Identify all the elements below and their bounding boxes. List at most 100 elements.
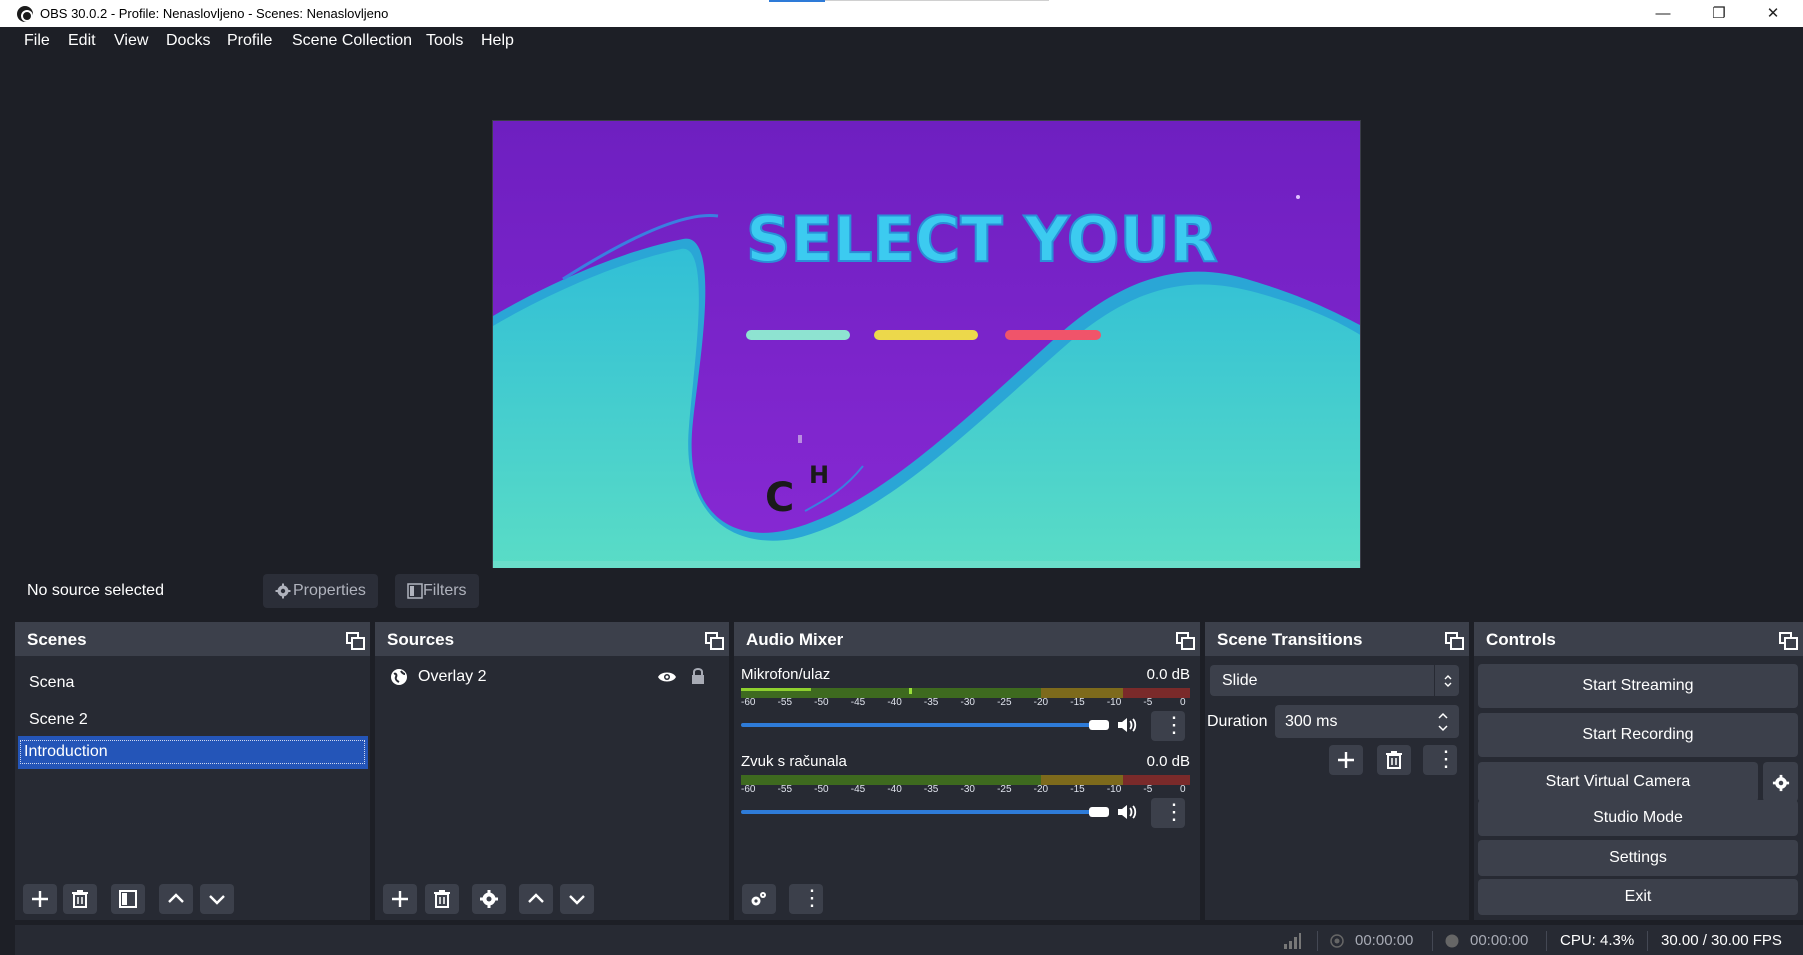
- minimize-icon[interactable]: —: [1636, 0, 1690, 27]
- scene-item-label: Scena: [29, 674, 75, 691]
- restore-icon[interactable]: ❐: [1692, 0, 1746, 27]
- meter-tick-label: -25: [997, 784, 1012, 795]
- add-source-button[interactable]: [383, 884, 417, 914]
- undock-icon[interactable]: [1779, 632, 1798, 650]
- move-source-up-button[interactable]: [519, 884, 553, 914]
- meter-tick-label: -50: [814, 784, 829, 795]
- stream-time: 00:00:00: [1355, 932, 1414, 949]
- undock-icon[interactable]: [705, 632, 724, 650]
- start-recording-button[interactable]: Start Recording: [1478, 713, 1798, 757]
- add-scene-button[interactable]: [23, 884, 57, 914]
- move-scene-down-button[interactable]: [200, 884, 234, 914]
- start-virtual-camera-button[interactable]: Start Virtual Camera: [1478, 762, 1758, 802]
- close-icon[interactable]: ✕: [1746, 0, 1800, 27]
- undock-icon[interactable]: [1176, 632, 1195, 650]
- controls-title: Controls: [1486, 630, 1556, 649]
- gears-icon: [751, 892, 766, 906]
- channel-menu-button[interactable]: [1151, 711, 1185, 741]
- meter-tick-label: 0: [1180, 784, 1186, 795]
- sources-title: Sources: [387, 630, 455, 649]
- scene-item-label: Introduction: [24, 743, 108, 760]
- menu-profile[interactable]: Profile: [227, 32, 272, 50]
- updown-icon: [1444, 675, 1452, 687]
- trash-icon: [434, 890, 450, 908]
- controls-header: Controls: [1474, 622, 1803, 656]
- volume-slider-handle[interactable]: [1089, 720, 1109, 730]
- speaker-icon[interactable]: [1117, 716, 1137, 734]
- title-bar-divider: [825, 0, 1049, 1]
- speaker-icon[interactable]: [1117, 803, 1137, 821]
- remove-source-button[interactable]: [425, 884, 459, 914]
- spin-arrows-icon[interactable]: [1437, 710, 1449, 734]
- volume-slider-handle[interactable]: [1089, 807, 1109, 817]
- meter-tick-label: -60: [741, 784, 756, 795]
- gear-icon: [275, 583, 291, 599]
- undock-icon[interactable]: [1445, 632, 1464, 650]
- add-transition-button[interactable]: [1329, 745, 1363, 775]
- trash-icon: [1386, 751, 1402, 769]
- source-name: Overlay 2: [418, 668, 487, 685]
- eye-icon[interactable]: [657, 670, 677, 684]
- virtual-camera-settings-button[interactable]: [1763, 762, 1798, 802]
- meter-tick-label: -10: [1106, 784, 1122, 795]
- studio-mode-button[interactable]: Studio Mode: [1478, 800, 1798, 836]
- menu-view[interactable]: View: [114, 32, 148, 50]
- menu-edit[interactable]: Edit: [68, 32, 96, 50]
- filters-button[interactable]: Filters: [395, 574, 479, 608]
- meter-tick-label: -30: [960, 784, 975, 795]
- duration-spinbox[interactable]: 300 ms: [1275, 705, 1459, 738]
- remove-scene-button[interactable]: [63, 884, 97, 914]
- volume-slider-track[interactable]: [741, 810, 1109, 814]
- scene-item-scene-2[interactable]: Scene 2: [15, 703, 369, 736]
- scene-item-introduction[interactable]: Introduction: [18, 736, 368, 769]
- meter-tick-label: -55: [777, 697, 793, 708]
- transition-menu-button[interactable]: [1423, 745, 1457, 775]
- menu-tools[interactable]: Tools: [426, 32, 463, 50]
- volume-slider-track[interactable]: [741, 723, 1109, 727]
- audio-mixer-title: Audio Mixer: [746, 630, 844, 649]
- source-properties-button[interactable]: [472, 884, 506, 914]
- remove-transition-button[interactable]: [1377, 745, 1411, 775]
- plus-icon: [1338, 752, 1354, 768]
- network-bars-icon: [1284, 933, 1301, 949]
- meter-tick-label: -55: [777, 784, 793, 795]
- exit-button[interactable]: Exit: [1478, 879, 1798, 915]
- source-item[interactable]: Overlay 2: [375, 660, 729, 692]
- menu-scene-collection[interactable]: Scene Collection: [292, 32, 412, 50]
- meter-tick-label: -35: [923, 784, 939, 795]
- advanced-audio-button[interactable]: [742, 884, 776, 914]
- meter-tick-label: -15: [1070, 697, 1085, 708]
- scenes-dock-header: Scenes: [15, 622, 370, 656]
- preview-heading: SELECT YOUR: [746, 203, 1218, 276]
- channel-level: 0.0 dB: [1146, 753, 1190, 770]
- settings-button[interactable]: Settings: [1478, 840, 1798, 876]
- scene-filters-button[interactable]: [111, 884, 145, 914]
- browser-source-icon: [391, 669, 407, 685]
- window-title: OBS 30.0.2 - Profile: Nenaslovljeno - Sc…: [40, 6, 389, 21]
- menu-help[interactable]: Help: [481, 32, 514, 50]
- lock-icon[interactable]: [691, 667, 705, 685]
- mixer-menu-button[interactable]: [789, 884, 823, 914]
- meter-tick-label: -15: [1070, 784, 1085, 795]
- undock-icon[interactable]: [346, 632, 365, 650]
- properties-button[interactable]: Properties: [263, 574, 378, 608]
- menu-docks[interactable]: Docks: [166, 32, 210, 50]
- scene-preview[interactable]: SELECT YOUR C H: [492, 120, 1361, 609]
- meter-tick-label: -5: [1143, 697, 1153, 708]
- fps-readout: 30.00 / 30.00 FPS: [1661, 932, 1782, 949]
- filter-icon: [119, 890, 137, 908]
- move-scene-up-button[interactable]: [159, 884, 193, 914]
- transition-select[interactable]: Slide: [1210, 665, 1459, 696]
- trash-icon: [72, 890, 88, 908]
- scene-item-scena[interactable]: Scena: [15, 666, 369, 699]
- start-streaming-button[interactable]: Start Streaming: [1478, 664, 1798, 708]
- menu-file[interactable]: File: [24, 32, 50, 50]
- duration-value: 300 ms: [1285, 713, 1338, 730]
- status-bar: 00:00:00 00:00:00 CPU: 4.3% 30.00 / 30.0…: [15, 925, 1803, 955]
- title-bar-accent: [769, 0, 825, 2]
- chevron-up-icon: [168, 893, 184, 903]
- menu-bar: File Edit View Docks Profile Scene Colle…: [15, 27, 1803, 56]
- channel-menu-button[interactable]: [1151, 798, 1185, 828]
- move-source-down-button[interactable]: [560, 884, 594, 914]
- audio-mixer-header: Audio Mixer: [734, 622, 1200, 656]
